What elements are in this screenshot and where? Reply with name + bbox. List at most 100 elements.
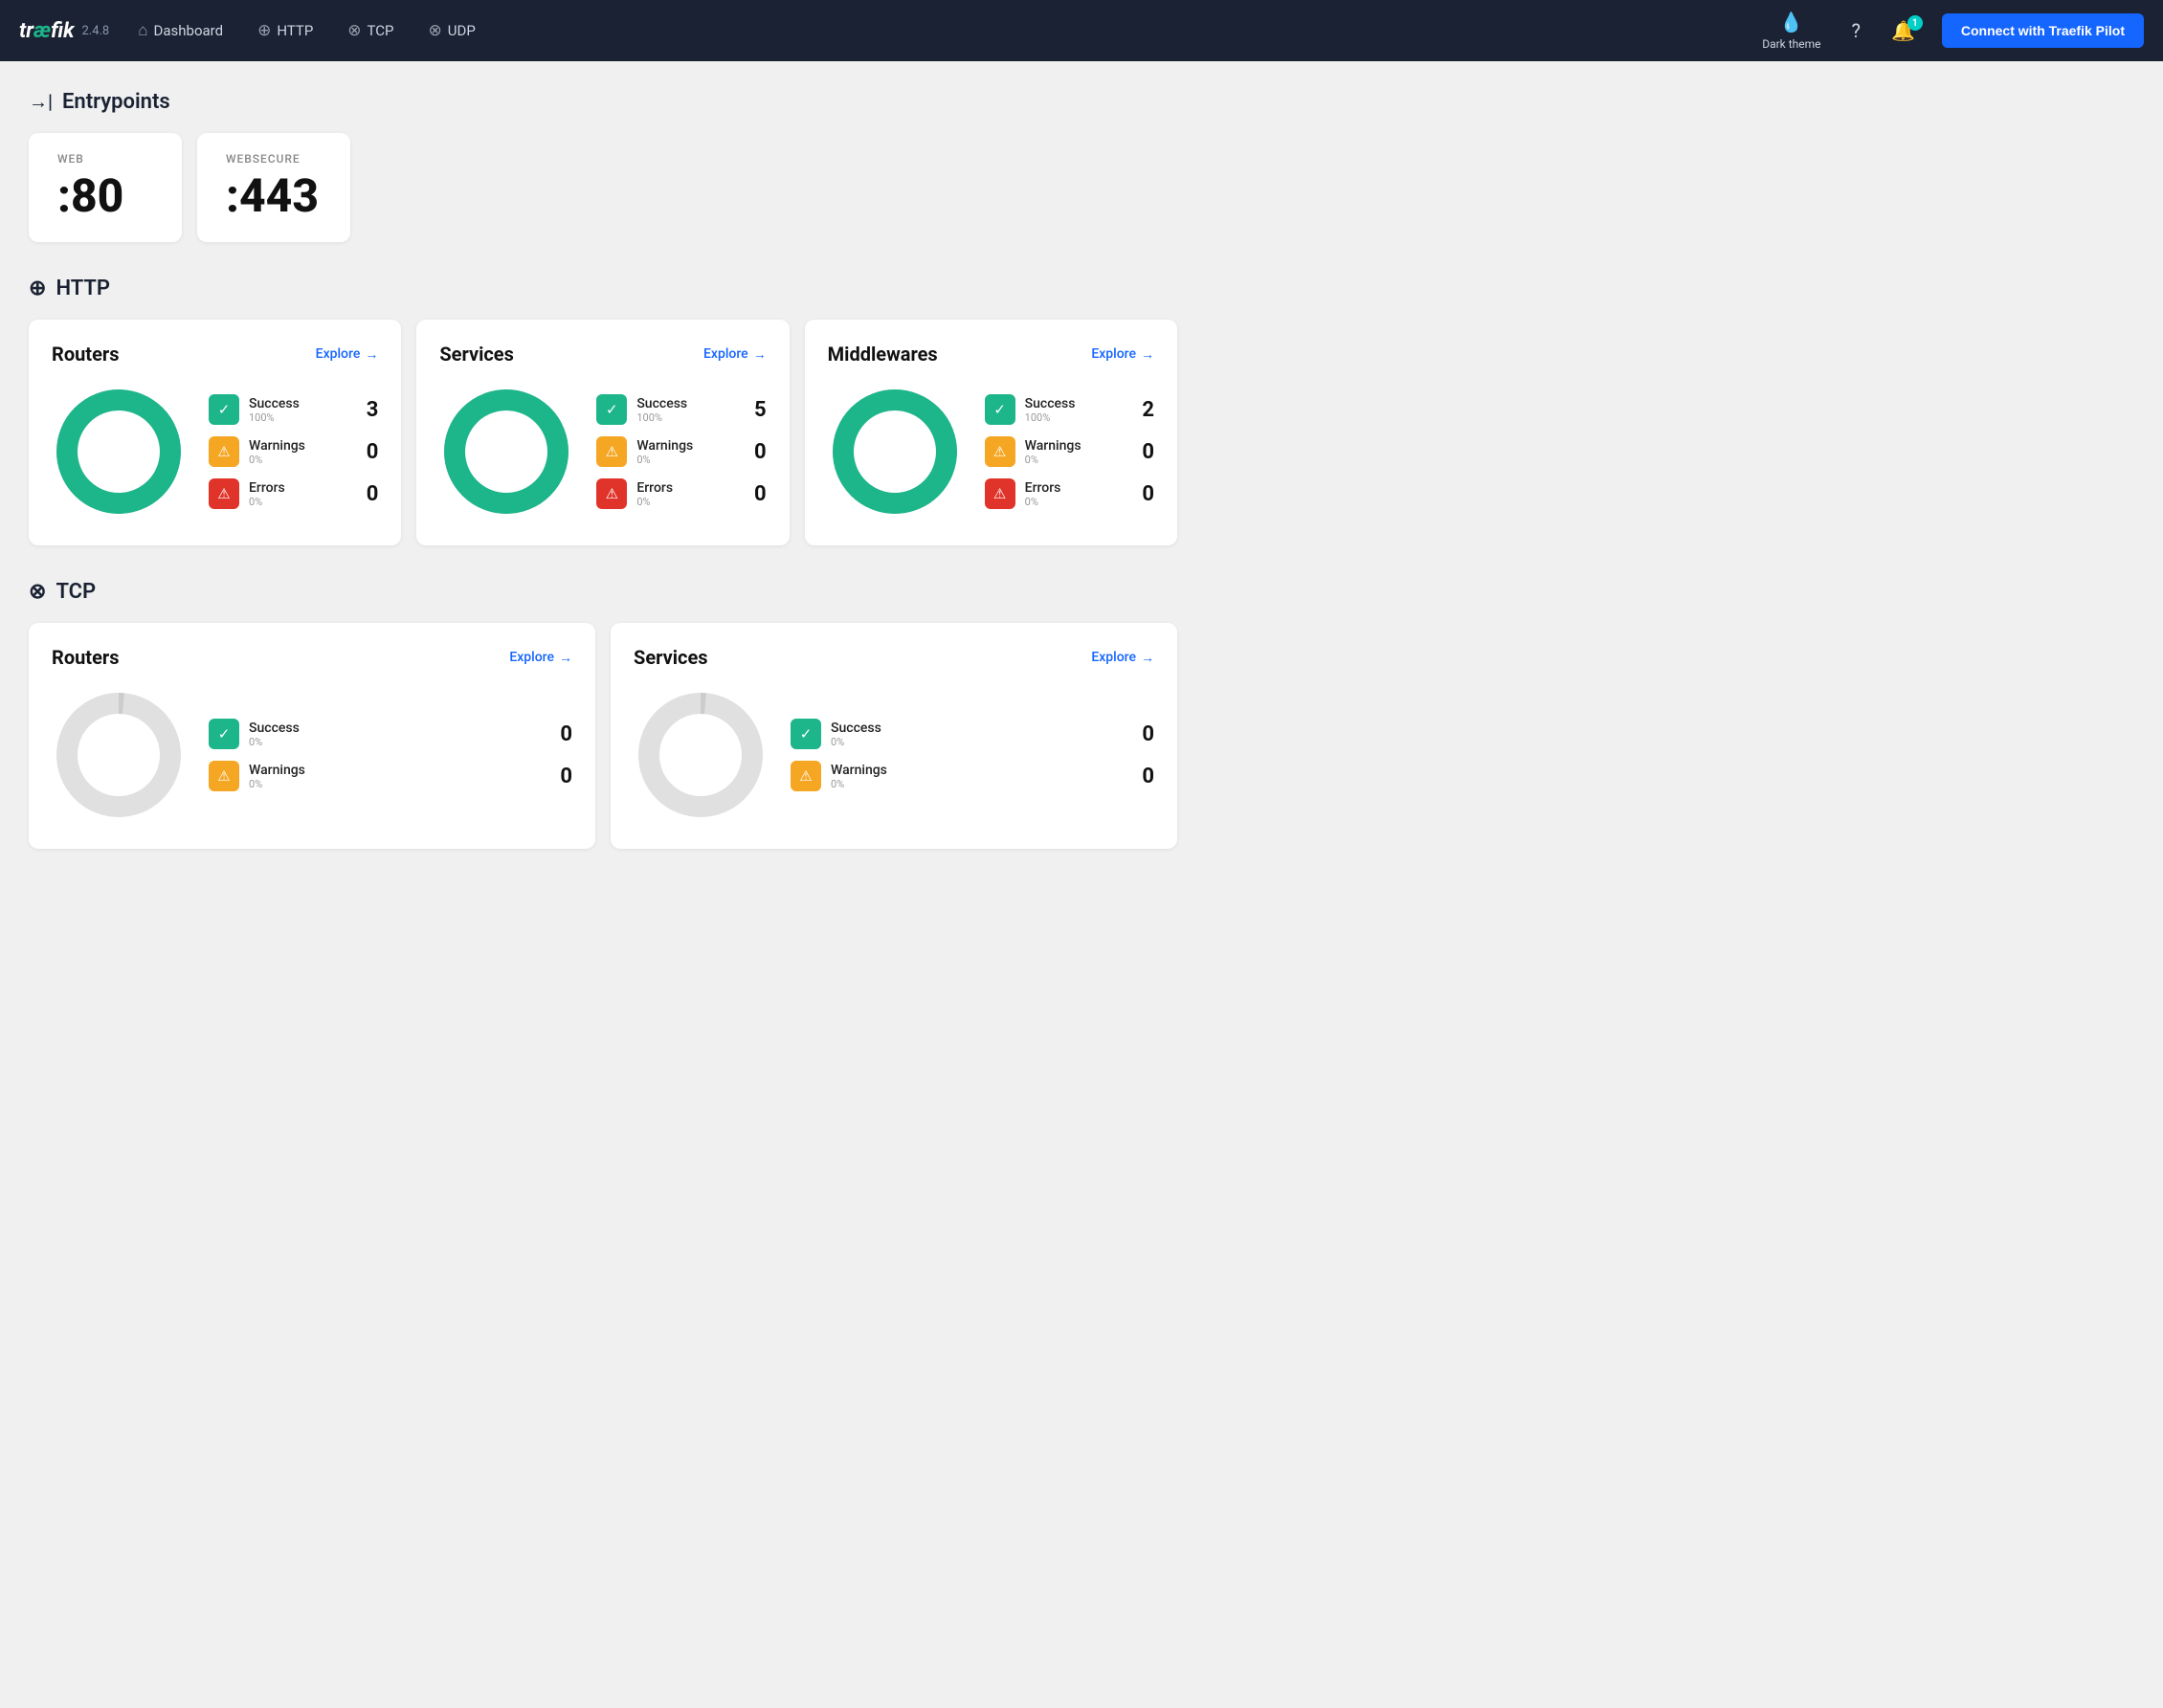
arrow-right-icon-2: → — [753, 346, 767, 363]
success-badge-icon-3: ✓ — [985, 394, 1015, 425]
nav-udp[interactable]: ⊗ UDP — [415, 0, 489, 61]
dark-theme-button[interactable]: 💧 Dark theme — [1750, 11, 1832, 51]
http-middlewares-errors-label: Errors — [1025, 480, 1122, 496]
http-section-icon: ⊕ — [29, 277, 46, 300]
http-services-errors-pct: 0% — [636, 496, 733, 508]
tcp-icon: ⊗ — [347, 21, 361, 40]
http-services-card-header: Services Explore → — [439, 343, 766, 366]
arrow-right-icon: → — [365, 346, 378, 363]
http-routers-donut-svg — [52, 385, 186, 519]
http-routers-warnings-row: ⚠ Warnings 0% 0 — [209, 436, 378, 467]
entrypoint-websecure-name: WEBSECURE — [226, 152, 322, 166]
logo-text: træfik — [19, 19, 74, 43]
http-services-explore[interactable]: Explore → — [703, 346, 767, 363]
http-routers-success-count: 3 — [355, 398, 378, 422]
entrypoint-websecure-port: :443 — [226, 173, 322, 219]
main-content: →| Entrypoints WEB :80 WEBSECURE :443 ⊕ … — [0, 61, 1206, 877]
tcp-services-success-pct: 0% — [831, 736, 1122, 748]
http-routers-title: Routers — [52, 343, 119, 366]
tcp-services-donut — [634, 688, 768, 822]
tcp-routers-warnings-count: 0 — [549, 765, 572, 788]
tcp-success-badge-icon-2: ✓ — [791, 719, 821, 749]
tcp-routers-success-pct: 0% — [249, 736, 540, 748]
entrypoint-web-name: WEB — [57, 152, 153, 166]
http-routers-explore[interactable]: Explore → — [316, 346, 379, 363]
http-middlewares-donut-svg — [828, 385, 962, 519]
tcp-services-card: Services Explore → ✓ Su — [611, 623, 1177, 849]
nav-dashboard-label: Dashboard — [154, 22, 224, 39]
http-middlewares-body: ✓ Success 100% 2 ⚠ Warnings 0% 0 — [828, 385, 1154, 519]
http-services-card: Services Explore → ✓ Su — [416, 320, 789, 545]
http-routers-success-row: ✓ Success 100% 3 — [209, 394, 378, 425]
http-services-warnings-pct: 0% — [636, 454, 733, 466]
http-middlewares-warnings-count: 0 — [1131, 440, 1154, 464]
notification-button[interactable]: 🔔 1 — [1880, 19, 1927, 42]
http-middlewares-warnings-pct: 0% — [1025, 454, 1122, 466]
tcp-routers-success-count: 0 — [549, 722, 572, 746]
http-middlewares-warnings-row: ⚠ Warnings 0% 0 — [985, 436, 1154, 467]
tcp-services-card-header: Services Explore → — [634, 646, 1154, 669]
success-badge-icon: ✓ — [209, 394, 239, 425]
notification-badge: 1 — [1907, 15, 1923, 31]
http-services-errors-row: ⚠ Errors 0% 0 — [596, 478, 766, 509]
tcp-services-donut-svg — [634, 688, 768, 822]
http-services-body: ✓ Success 100% 5 ⚠ Warnings 0% 0 — [439, 385, 766, 519]
http-services-success-count: 5 — [744, 398, 767, 422]
http-middlewares-card: Middlewares Explore → ✓ — [805, 320, 1177, 545]
tcp-routers-success-row: ✓ Success 0% 0 — [209, 719, 572, 749]
tcp-routers-donut — [52, 688, 186, 822]
tcp-routers-card-header: Routers Explore → — [52, 646, 572, 669]
arrow-right-icon-4: → — [559, 650, 572, 666]
http-services-warnings-count: 0 — [744, 440, 767, 464]
http-routers-warnings-label: Warnings — [249, 438, 346, 454]
dark-theme-icon: 💧 — [1779, 11, 1803, 33]
tcp-section-header: ⊗ TCP — [29, 580, 1177, 604]
nav-udp-label: UDP — [448, 22, 476, 39]
entrypoint-web-port: :80 — [57, 173, 153, 219]
dark-theme-label: Dark theme — [1762, 37, 1820, 51]
navbar: træfik 2.4.8 ⌂ Dashboard ⊕ HTTP ⊗ TCP ⊗ … — [0, 0, 2163, 61]
tcp-services-success-count: 0 — [1131, 722, 1154, 746]
http-routers-success-label: Success — [249, 396, 346, 411]
http-services-success-row: ✓ Success 100% 5 — [596, 394, 766, 425]
http-routers-errors-count: 0 — [355, 482, 378, 506]
tcp-section-icon: ⊗ — [29, 580, 46, 604]
tcp-warning-badge-icon: ⚠ — [209, 761, 239, 791]
nav-http-label: HTTP — [277, 22, 313, 39]
tcp-success-badge-icon: ✓ — [209, 719, 239, 749]
udp-icon: ⊗ — [429, 21, 442, 40]
warning-badge-icon: ⚠ — [209, 436, 239, 467]
http-routers-success-pct: 100% — [249, 411, 346, 424]
http-middlewares-success-count: 2 — [1131, 398, 1154, 422]
http-routers-body: ✓ Success 100% 3 ⚠ Warnings 0% 0 — [52, 385, 378, 519]
nav-tcp-label: TCP — [368, 22, 394, 39]
warning-badge-icon-3: ⚠ — [985, 436, 1015, 467]
http-middlewares-card-header: Middlewares Explore → — [828, 343, 1154, 366]
http-routers-card: Routers Explore → ✓ Suc — [29, 320, 401, 545]
help-icon: ? — [1852, 19, 1861, 42]
http-middlewares-warnings-label: Warnings — [1025, 438, 1122, 454]
tcp-routers-warnings-label: Warnings — [249, 763, 540, 778]
nav-tcp[interactable]: ⊗ TCP — [334, 0, 407, 61]
nav-http[interactable]: ⊕ HTTP — [244, 0, 326, 61]
tcp-services-explore[interactable]: Explore → — [1091, 650, 1154, 666]
http-middlewares-stats: ✓ Success 100% 2 ⚠ Warnings 0% 0 — [985, 394, 1154, 509]
entrypoint-websecure[interactable]: WEBSECURE :443 — [197, 133, 350, 242]
http-routers-stats: ✓ Success 100% 3 ⚠ Warnings 0% 0 — [209, 394, 378, 509]
entrypoints-title: Entrypoints — [62, 90, 170, 114]
http-middlewares-errors-pct: 0% — [1025, 496, 1122, 508]
tcp-services-success-row: ✓ Success 0% 0 — [791, 719, 1154, 749]
help-button[interactable]: ? — [1840, 19, 1872, 42]
nav-dashboard[interactable]: ⌂ Dashboard — [124, 0, 236, 61]
http-middlewares-explore[interactable]: Explore → — [1091, 346, 1154, 363]
http-services-warnings-label: Warnings — [636, 438, 733, 454]
tcp-routers-stats: ✓ Success 0% 0 ⚠ Warnings 0% 0 — [209, 719, 572, 791]
tcp-services-warnings-pct: 0% — [831, 778, 1122, 790]
tcp-routers-explore[interactable]: Explore → — [509, 650, 572, 666]
tcp-routers-warnings-pct: 0% — [249, 778, 540, 790]
http-services-errors-count: 0 — [744, 482, 767, 506]
tcp-routers-success-label: Success — [249, 721, 540, 736]
entrypoints-icon: →| — [29, 90, 53, 114]
entrypoint-web[interactable]: WEB :80 — [29, 133, 182, 242]
connect-button[interactable]: Connect with Traefik Pilot — [1942, 13, 2144, 48]
